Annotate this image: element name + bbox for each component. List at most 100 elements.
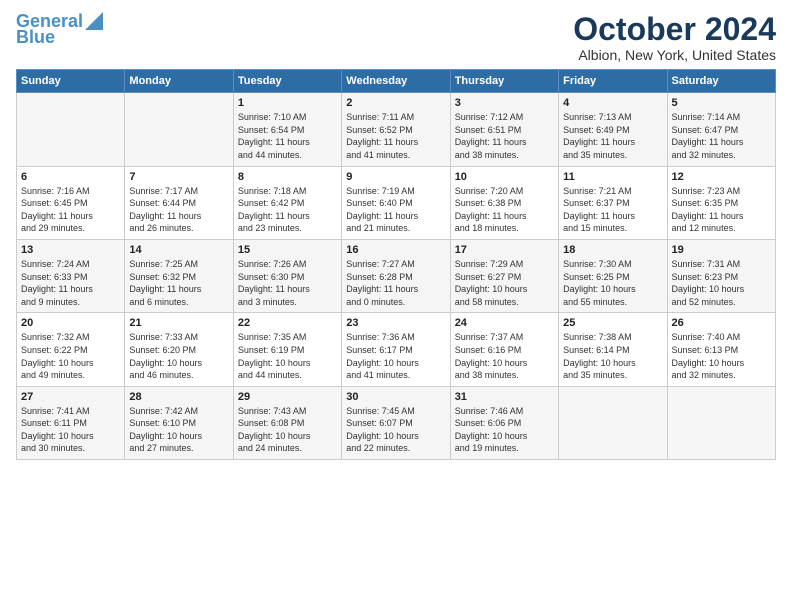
calendar-cell: 6Sunrise: 7:16 AM Sunset: 6:45 PM Daylig… [17, 166, 125, 239]
week-row-2: 6Sunrise: 7:16 AM Sunset: 6:45 PM Daylig… [17, 166, 776, 239]
calendar-cell: 31 Sunrise: 7:46 AM Sunset: 6:06 PM Dayli… [450, 386, 558, 459]
day-info: Sunrise: 7:19 AM Sunset: 6:40 PM Dayligh… [346, 185, 445, 235]
calendar-cell: 24 Sunrise: 7:37 AM Sunset: 6:16 PM Dayli… [450, 313, 558, 386]
day-number: 12 [672, 171, 771, 183]
calendar-cell [559, 386, 667, 459]
calendar-cell: 18 Sunrise: 7:30 AM Sunset: 6:25 PM Dayli… [559, 239, 667, 312]
calendar-cell: 5 Sunrise: 7:14 AM Sunset: 6:47 PM Daylig… [667, 93, 775, 166]
day-header-sunday: Sunday [17, 70, 125, 93]
day-info: Sunrise: 7:10 AM Sunset: 6:54 PM Dayligh… [238, 111, 337, 161]
day-number: 28 [129, 391, 228, 403]
day-header-tuesday: Tuesday [233, 70, 341, 93]
calendar-cell: 8Sunrise: 7:18 AM Sunset: 6:42 PM Daylig… [233, 166, 341, 239]
day-info: Sunrise: 7:23 AM Sunset: 6:35 PM Dayligh… [672, 185, 771, 235]
calendar-cell: 9 Sunrise: 7:19 AM Sunset: 6:40 PM Daylig… [342, 166, 450, 239]
logo-arrow-icon [85, 12, 103, 30]
header: General Blue October 2024 Albion, New Yo… [16, 12, 776, 63]
location: Albion, New York, United States [573, 47, 776, 63]
day-number: 21 [129, 317, 228, 329]
day-info: Sunrise: 7:27 AM Sunset: 6:28 PM Dayligh… [346, 258, 445, 308]
day-info: Sunrise: 7:20 AM Sunset: 6:38 PM Dayligh… [455, 185, 554, 235]
week-row-4: 20 Sunrise: 7:32 AM Sunset: 6:22 PM Dayli… [17, 313, 776, 386]
calendar-cell: 10 Sunrise: 7:20 AM Sunset: 6:38 PM Dayli… [450, 166, 558, 239]
logo: General Blue [16, 12, 103, 48]
day-number: 1 [238, 97, 337, 109]
day-header-friday: Friday [559, 70, 667, 93]
calendar-cell: 12 Sunrise: 7:23 AM Sunset: 6:35 PM Dayli… [667, 166, 775, 239]
day-info: Sunrise: 7:25 AM Sunset: 6:32 PM Dayligh… [129, 258, 228, 308]
day-info: Sunrise: 7:24 AM Sunset: 6:33 PM Dayligh… [21, 258, 120, 308]
day-info: Sunrise: 7:18 AM Sunset: 6:42 PM Dayligh… [238, 185, 337, 235]
calendar-cell: 14Sunrise: 7:25 AM Sunset: 6:32 PM Dayli… [125, 239, 233, 312]
day-number: 10 [455, 171, 554, 183]
day-number: 29 [238, 391, 337, 403]
day-number: 5 [672, 97, 771, 109]
calendar-cell: 7 Sunrise: 7:17 AM Sunset: 6:44 PM Daylig… [125, 166, 233, 239]
day-number: 27 [21, 391, 120, 403]
calendar-cell: 28 Sunrise: 7:42 AM Sunset: 6:10 PM Dayli… [125, 386, 233, 459]
day-info: Sunrise: 7:30 AM Sunset: 6:25 PM Dayligh… [563, 258, 662, 308]
calendar-cell: 22 Sunrise: 7:35 AM Sunset: 6:19 PM Dayli… [233, 313, 341, 386]
day-number: 22 [238, 317, 337, 329]
calendar-cell: 23Sunrise: 7:36 AM Sunset: 6:17 PM Dayli… [342, 313, 450, 386]
calendar-table: SundayMondayTuesdayWednesdayThursdayFrid… [16, 69, 776, 460]
day-number: 20 [21, 317, 120, 329]
day-info: Sunrise: 7:35 AM Sunset: 6:19 PM Dayligh… [238, 331, 337, 381]
calendar-cell: 11 Sunrise: 7:21 AM Sunset: 6:37 PM Dayli… [559, 166, 667, 239]
day-info: Sunrise: 7:17 AM Sunset: 6:44 PM Dayligh… [129, 185, 228, 235]
day-info: Sunrise: 7:37 AM Sunset: 6:16 PM Dayligh… [455, 331, 554, 381]
day-number: 13 [21, 244, 120, 256]
calendar-cell [667, 386, 775, 459]
day-info: Sunrise: 7:14 AM Sunset: 6:47 PM Dayligh… [672, 111, 771, 161]
day-number: 11 [563, 171, 662, 183]
day-number: 31 [455, 391, 554, 403]
calendar-cell: 1 Sunrise: 7:10 AM Sunset: 6:54 PM Daylig… [233, 93, 341, 166]
week-row-3: 13 Sunrise: 7:24 AM Sunset: 6:33 PM Dayli… [17, 239, 776, 312]
week-row-1: 1 Sunrise: 7:10 AM Sunset: 6:54 PM Daylig… [17, 93, 776, 166]
day-info: Sunrise: 7:32 AM Sunset: 6:22 PM Dayligh… [21, 331, 120, 381]
day-info: Sunrise: 7:21 AM Sunset: 6:37 PM Dayligh… [563, 185, 662, 235]
header-row: SundayMondayTuesdayWednesdayThursdayFrid… [17, 70, 776, 93]
day-info: Sunrise: 7:13 AM Sunset: 6:49 PM Dayligh… [563, 111, 662, 161]
title-block: October 2024 Albion, New York, United St… [573, 12, 776, 63]
day-header-saturday: Saturday [667, 70, 775, 93]
day-info: Sunrise: 7:40 AM Sunset: 6:13 PM Dayligh… [672, 331, 771, 381]
day-info: Sunrise: 7:45 AM Sunset: 6:07 PM Dayligh… [346, 405, 445, 455]
day-header-wednesday: Wednesday [342, 70, 450, 93]
day-number: 9 [346, 171, 445, 183]
day-info: Sunrise: 7:43 AM Sunset: 6:08 PM Dayligh… [238, 405, 337, 455]
day-number: 4 [563, 97, 662, 109]
main-container: General Blue October 2024 Albion, New Yo… [0, 0, 792, 468]
day-number: 7 [129, 171, 228, 183]
calendar-cell [125, 93, 233, 166]
day-info: Sunrise: 7:41 AM Sunset: 6:11 PM Dayligh… [21, 405, 120, 455]
calendar-cell: 21 Sunrise: 7:33 AM Sunset: 6:20 PM Dayli… [125, 313, 233, 386]
month-title: October 2024 [573, 12, 776, 47]
day-info: Sunrise: 7:42 AM Sunset: 6:10 PM Dayligh… [129, 405, 228, 455]
day-number: 26 [672, 317, 771, 329]
day-info: Sunrise: 7:29 AM Sunset: 6:27 PM Dayligh… [455, 258, 554, 308]
calendar-cell: 2Sunrise: 7:11 AM Sunset: 6:52 PM Daylig… [342, 93, 450, 166]
day-number: 6 [21, 171, 120, 183]
calendar-cell: 13 Sunrise: 7:24 AM Sunset: 6:33 PM Dayli… [17, 239, 125, 312]
calendar-cell [17, 93, 125, 166]
day-info: Sunrise: 7:11 AM Sunset: 6:52 PM Dayligh… [346, 111, 445, 161]
day-info: Sunrise: 7:33 AM Sunset: 6:20 PM Dayligh… [129, 331, 228, 381]
day-number: 16 [346, 244, 445, 256]
day-number: 18 [563, 244, 662, 256]
day-info: Sunrise: 7:38 AM Sunset: 6:14 PM Dayligh… [563, 331, 662, 381]
day-number: 15 [238, 244, 337, 256]
day-info: Sunrise: 7:36 AM Sunset: 6:17 PM Dayligh… [346, 331, 445, 381]
calendar-cell: 16 Sunrise: 7:27 AM Sunset: 6:28 PM Dayli… [342, 239, 450, 312]
day-number: 25 [563, 317, 662, 329]
day-number: 17 [455, 244, 554, 256]
calendar-cell: 4 Sunrise: 7:13 AM Sunset: 6:49 PM Daylig… [559, 93, 667, 166]
calendar-cell: 17 Sunrise: 7:29 AM Sunset: 6:27 PM Dayli… [450, 239, 558, 312]
day-info: Sunrise: 7:46 AM Sunset: 6:06 PM Dayligh… [455, 405, 554, 455]
calendar-cell: 26 Sunrise: 7:40 AM Sunset: 6:13 PM Dayli… [667, 313, 775, 386]
calendar-cell: 25 Sunrise: 7:38 AM Sunset: 6:14 PM Dayli… [559, 313, 667, 386]
calendar-cell: 19Sunrise: 7:31 AM Sunset: 6:23 PM Dayli… [667, 239, 775, 312]
day-number: 24 [455, 317, 554, 329]
calendar-cell: 27 Sunrise: 7:41 AM Sunset: 6:11 PM Dayli… [17, 386, 125, 459]
day-info: Sunrise: 7:12 AM Sunset: 6:51 PM Dayligh… [455, 111, 554, 161]
